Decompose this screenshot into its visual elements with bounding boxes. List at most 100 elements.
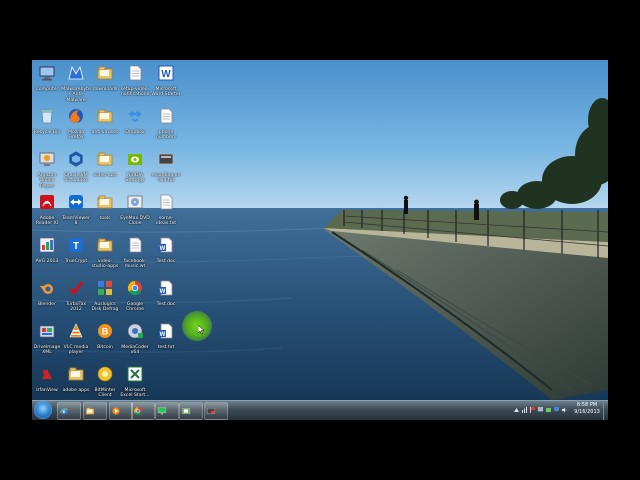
desktop-icon-label: Recycle Bin [33,130,61,135]
desktop-icon[interactable]: IrfanView [32,362,62,393]
cursor-highlight [182,311,212,341]
desktop-icon[interactable]: some-ideas.txt [151,190,181,227]
desktop-icon[interactable]: VLC media player [61,319,91,356]
mediacoder-icon [127,323,143,339]
chrome-icon [134,407,142,415]
bitcoin-icon: B [98,324,112,338]
folder-icon [97,66,113,80]
desktop-icon[interactable]: Mozilla Firefox [61,104,91,141]
desktop-icon[interactable]: video tuts [90,147,120,178]
desktop-icon[interactable]: W Test.doc [151,233,181,264]
desktop-icon[interactable]: Blender [32,276,62,307]
desktop-icon-label: TeamViewer 8 [62,216,90,227]
volume-icon[interactable] [562,407,567,413]
desktop-icon-label: Mozilla Firefox [68,130,84,141]
desktop-icon[interactable]: W Test.doc [151,276,181,307]
desktop-icon-label: DriveImage XML [33,345,61,356]
desktop-icon-label: Malwarebytes Anti-Malware [61,87,91,103]
folder-icon [97,152,113,166]
desktop-icon-label: video-studio-apps [91,259,119,270]
desktop-icon-label: Dropbox [125,130,145,135]
monitor-icon[interactable] [538,407,543,413]
desktop-icon-label: setup-video-notifications [120,87,150,98]
taskbar-button-chrome[interactable] [131,402,155,420]
network-icon[interactable] [522,407,527,413]
desktop-icon-label: Microsoft Word Starter [151,87,181,98]
blender-icon [40,284,53,294]
truecrypt-icon: T [69,238,83,252]
desktop-icon-label: facebook-music.wt [123,259,147,270]
desktop-icon[interactable]: DriveImage XML [32,319,62,356]
desktop-icon-label: MediaCoder x64 [121,345,149,356]
desktop-icon[interactable]: EyeMax DVD Clone [120,190,150,227]
start-button[interactable] [34,401,52,419]
taskbar-button-capture-tool[interactable] [204,402,228,420]
capture-icon [206,408,216,414]
desktop-icon[interactable]: Amazon Unbox Player [32,147,62,189]
desktop-icon[interactable]: Auslogics Disk Defrag [90,276,120,313]
bitminter-icon [97,366,113,382]
desktop-icon[interactable]: MediaCoder x64 [120,319,150,356]
taskbar-button-screen-recorder[interactable] [155,402,179,420]
folder-icon [97,109,113,123]
svg-text:T: T [73,241,79,252]
desktop-icon[interactable]: tools [90,190,120,221]
internet-explorer-icon: e [59,407,69,415]
show-desktop-button[interactable] [603,401,608,420]
desktop-icon[interactable]: facebook-music.wt [120,233,150,270]
desktop-icon[interactable]: Adobe Reader XI [32,190,62,227]
taskbar: e 8:58 PM 9/16/2013 [32,400,608,420]
desktop-icon[interactable]: Wtest.txt [151,319,181,350]
turbotax-icon [68,281,84,296]
svg-text:W: W [160,332,166,338]
network-status-icon[interactable] [546,407,551,413]
desktop-icon[interactable]: setup-video-notifications [120,61,150,98]
desktop-icon-label: anti-viruses [91,130,119,135]
desktop-icon[interactable]: adobe apps [61,362,91,393]
firefox-icon [69,109,83,123]
desktop-icon[interactable]: phone numbers [151,104,181,141]
shield-icon[interactable] [554,407,559,413]
dvd-clone-icon [127,195,143,209]
desktop-icon-label: TrueCrypt [64,259,88,264]
desktop-icon[interactable]: AVG 2013 [32,233,62,264]
svg-text:W: W [160,246,166,252]
desktop-icon[interactable]: anti-viruses [90,104,120,135]
desktop-icon-label: Oracle VM VirtualBox [64,173,88,184]
desktop-icon[interactable]: NVIDIA Settings [120,147,150,184]
desktop-icon[interactable]: Microsoft Excel Start... [120,362,150,399]
desktop-icon[interactable]: Computer [32,61,62,92]
desktop-icon[interactable]: video-studio-apps [90,233,120,270]
document-icon [129,65,142,81]
desktop-icon[interactable]: W Microsoft Word Starter [151,61,181,98]
desktop-icon[interactable]: B Bitcoin [90,319,120,350]
desktop-icon[interactable]: recording on dvd.txt [151,147,181,184]
word-doc-icon: W [159,323,173,339]
monitor-icon [157,407,167,415]
flag-icon[interactable] [530,407,535,413]
desktop-icon[interactable]: downloads [90,61,120,92]
taskbar-button-media-player[interactable] [109,402,133,420]
desktop-icon[interactable]: T TrueCrypt [61,233,91,264]
text-file-icon [158,153,174,165]
word-icon: W [158,65,174,81]
desktop-icon[interactable]: TurboTax 2012 [61,276,91,313]
desktop-icon[interactable]: Google Chrome [120,276,150,313]
desktop-icon[interactable]: TeamViewer 8 [61,190,91,227]
taskbar-button-internet-explorer[interactable]: e [57,402,81,420]
desktop-icon[interactable]: Dropbox [120,104,150,135]
desktop-icon[interactable]: Oracle VM VirtualBox [61,147,91,184]
desktop-icon[interactable]: Recycle Bin [32,104,62,135]
desktop-icon[interactable]: Malwarebytes Anti-Malware [61,61,91,103]
recycle-bin-icon [40,109,54,124]
folder-icon [68,367,84,381]
taskbar-button-windows-explorer[interactable] [83,402,107,420]
up-arrow-icon[interactable] [514,407,519,413]
clock[interactable]: 8:58 PM 9/16/2013 [572,402,602,416]
taskbar-button-camtasia[interactable] [179,402,203,420]
media-player-icon [112,407,120,415]
word-doc-icon: W [159,280,173,296]
desktop-icon-label: IrfanView [36,388,58,393]
document-icon [160,108,173,124]
desktop-icon[interactable]: BitMinter Client [90,362,120,399]
